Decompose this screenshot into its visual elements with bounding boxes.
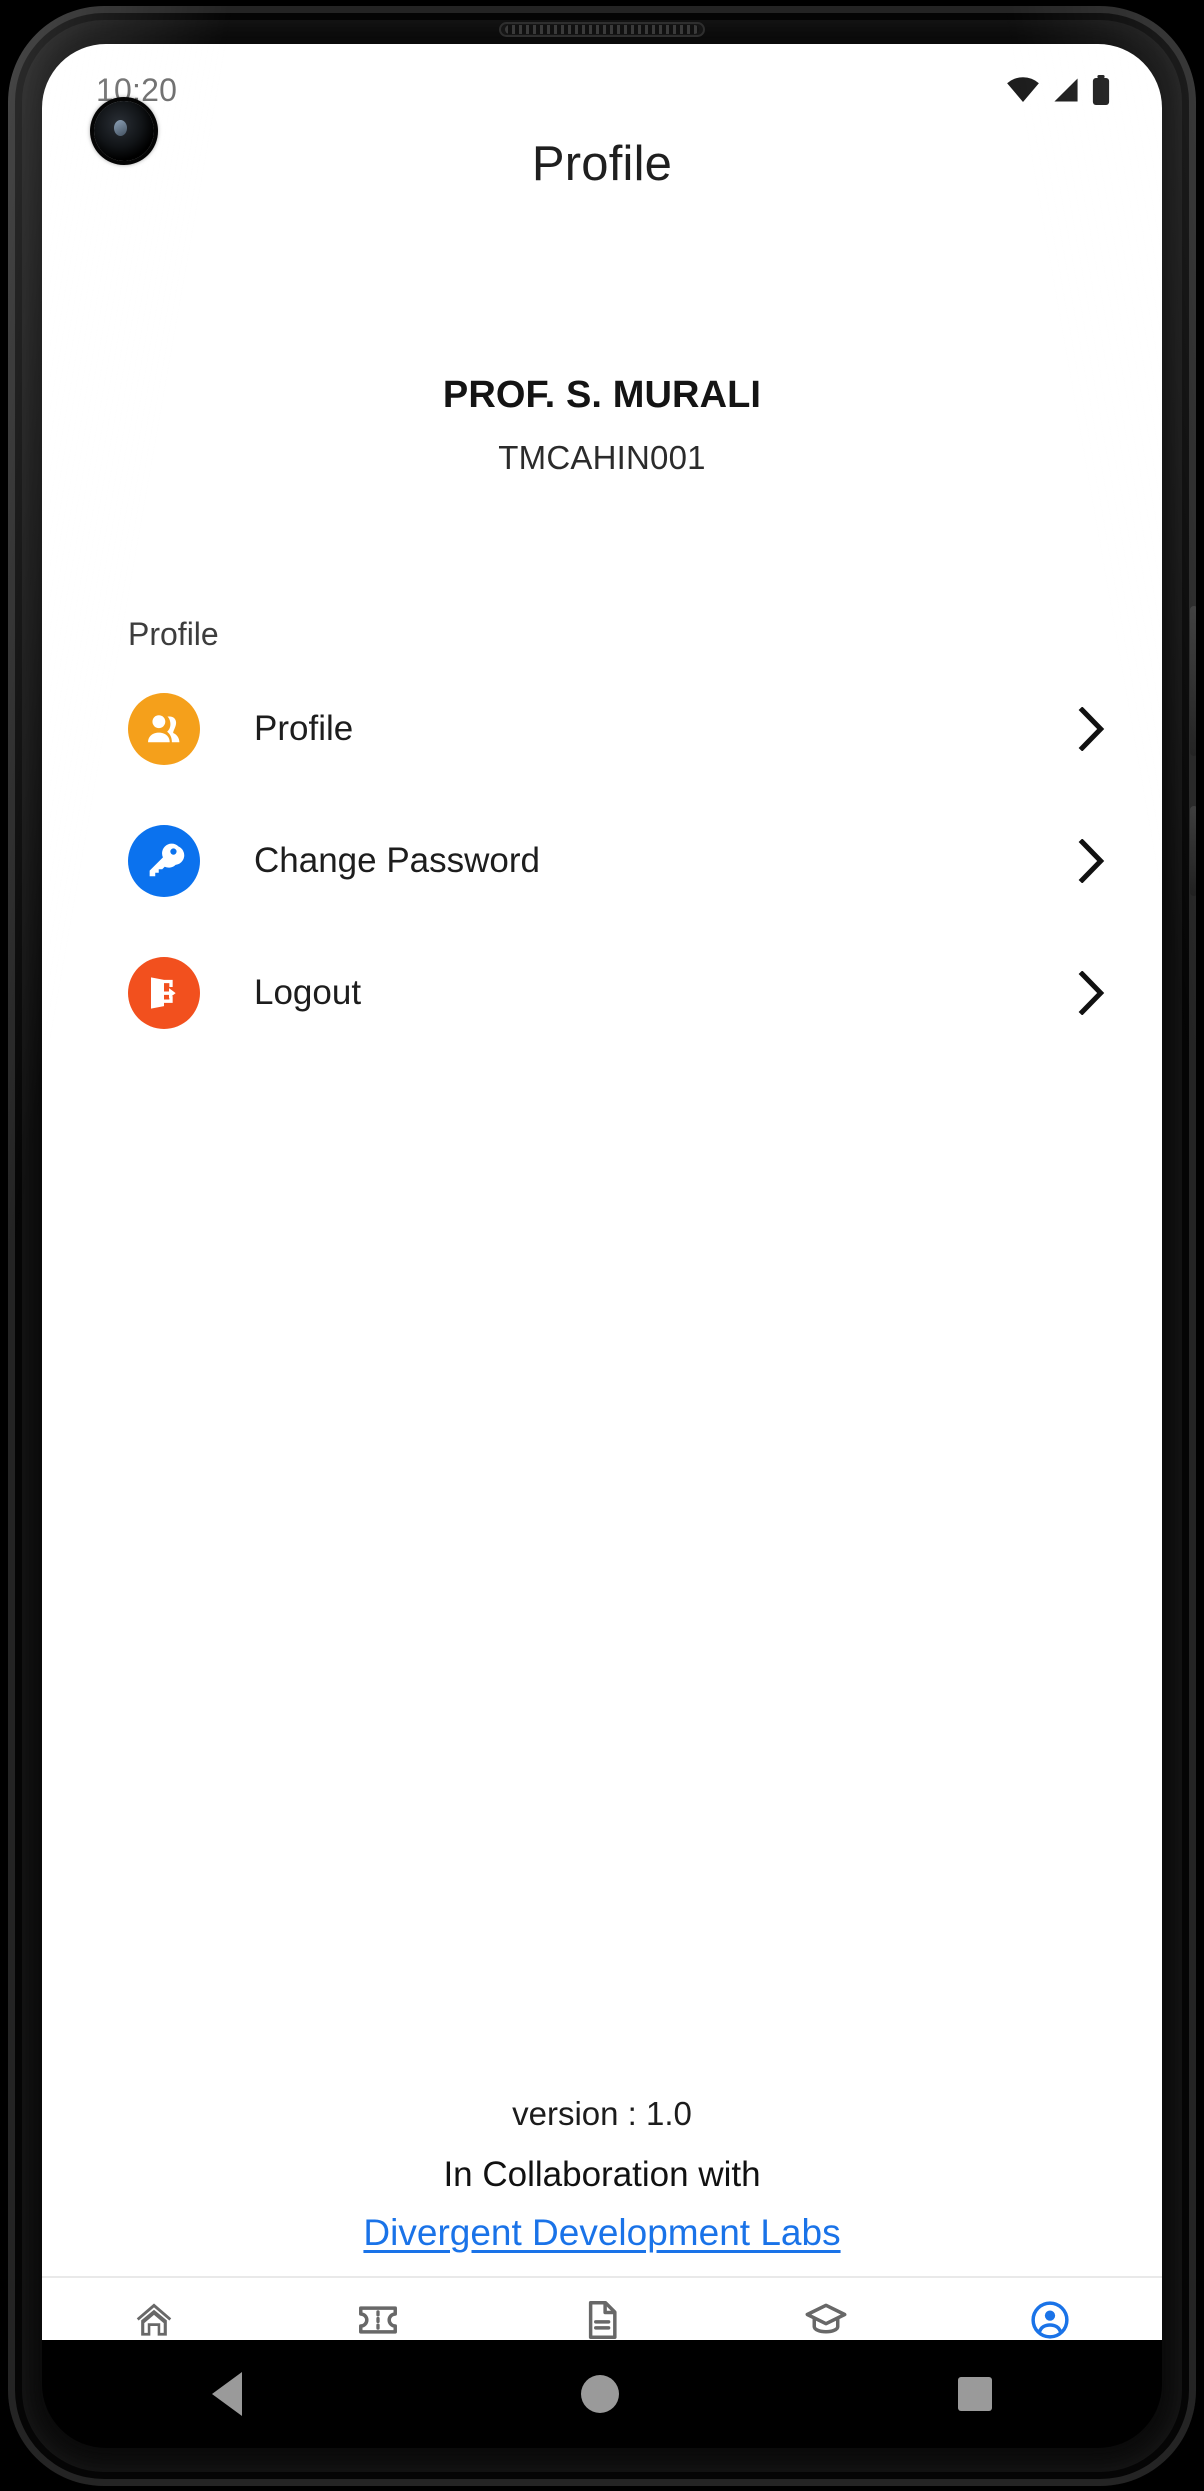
profile-menu-list: Profile Change Password Logout [42,686,1162,1082]
chevron-right-icon [1078,706,1105,751]
battery-icon [1092,75,1110,105]
menu-item-logout[interactable]: Logout [42,950,1162,1035]
collaboration-text: In Collaboration with [443,2155,761,2194]
user-identity: PROF. S. MURALI TMCAHIN001 [42,374,1162,477]
page-title: Profile [531,137,673,191]
graduation-cap-icon [805,2303,847,2334]
volume-button[interactable] [1190,806,1196,896]
user-id: TMCAHIN001 [498,439,706,476]
version-text: version : 1.0 [512,2095,692,2132]
phone-screen: 10:20 Profile PROF. S. MURALI TMCAHIN001 [42,44,1162,2404]
home-icon [136,2303,172,2336]
menu-item-profile[interactable]: Profile [42,686,1162,771]
back-triangle-icon[interactable] [211,2372,242,2416]
chevron-right-icon [1078,970,1105,1015]
front-camera-punch-hole [94,101,154,161]
status-icons [1006,75,1110,105]
phone-frame: 10:20 Profile PROF. S. MURALI TMCAHIN001 [8,6,1196,2486]
menu-item-change-password[interactable]: Change Password [42,818,1162,903]
signal-icon [1054,78,1078,102]
ticket-icon [359,2306,397,2334]
home-circle-icon[interactable] [580,2375,619,2413]
account-circle-icon [1031,2301,1069,2339]
earpiece-speaker [499,22,705,37]
recents-square-icon[interactable] [958,2377,993,2411]
wifi-icon [1007,77,1039,103]
logout-icon [128,956,200,1029]
document-icon [588,2301,617,2339]
chevron-right-icon [1078,838,1105,883]
menu-item-label: Change Password [254,840,540,880]
menu-item-label: Profile [254,708,354,748]
divergent-development-labs-link[interactable]: Divergent Development Labs [363,2212,840,2254]
power-button[interactable] [1190,606,1196,756]
key-icon [128,824,200,897]
user-name: PROF. S. MURALI [442,374,762,416]
section-label-profile: Profile [128,616,219,652]
app-footer: version : 1.0 In Collaboration with Dive… [42,2095,1162,2254]
android-system-nav [42,2340,1162,2448]
status-bar: 10:20 [42,44,1162,118]
users-icon [128,692,200,765]
menu-item-label: Logout [254,972,362,1012]
